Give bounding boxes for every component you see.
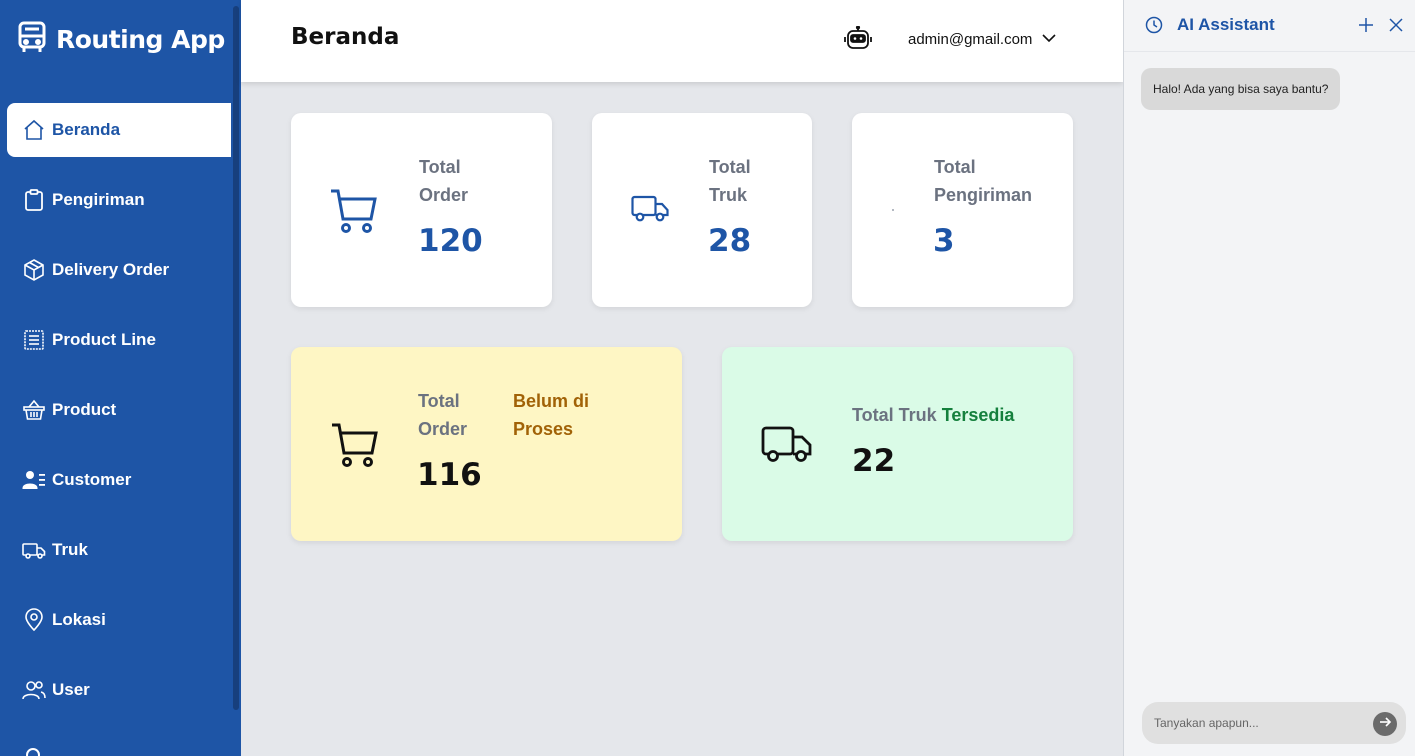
- card-label: Total Truk Tersedia: [852, 401, 1014, 429]
- chevron-down-icon[interactable]: [1041, 30, 1057, 46]
- ai-assistant-panel: AI Assistant Halo! Ada yang bisa saya ba…: [1123, 0, 1415, 756]
- cart-icon: [329, 187, 377, 240]
- new-chat-icon[interactable]: [1358, 17, 1374, 38]
- card-label: Truk: [709, 185, 748, 205]
- sidebar-item-customer[interactable]: Customer: [7, 453, 231, 507]
- card-label-text: Total Truk: [852, 405, 937, 425]
- card-value: 116: [417, 457, 482, 493]
- total-pengiriman-card: Total Pengiriman 3: [852, 113, 1073, 307]
- sidebar-item-label: Delivery Order: [52, 260, 170, 279]
- status-label: Tersedia: [941, 405, 1015, 425]
- sidebar-item-label: Pengiriman: [52, 190, 145, 209]
- assistant-message: Halo! Ada yang bisa saya bantu?: [1141, 68, 1341, 110]
- card-value: 3: [933, 223, 955, 259]
- unprocessed-order-card: Total Order Belum di Proses 116: [291, 347, 682, 541]
- sidebar-scrollbar[interactable]: [233, 6, 239, 710]
- history-icon[interactable]: [1145, 16, 1163, 39]
- card-value: 22: [852, 443, 896, 479]
- card-label: Order: [418, 419, 468, 439]
- total-order-card: Total Order 120: [291, 113, 552, 307]
- card-label: Total: [419, 157, 461, 177]
- sidebar-item-product[interactable]: Product: [7, 383, 231, 437]
- top-header: Beranda admin@gmail.com: [241, 0, 1123, 82]
- brand-name: Routing App: [56, 25, 225, 54]
- box-icon: [21, 257, 47, 283]
- page-title: Beranda: [291, 24, 400, 50]
- sidebar-item-label: Product Line: [52, 330, 156, 349]
- total-truk-card: Total Truk 28: [592, 113, 812, 307]
- status-label: Belum di: [513, 391, 590, 411]
- sidebar-item-product-line[interactable]: Product Line: [7, 313, 231, 367]
- sidebar-item-pengiriman[interactable]: Pengiriman: [7, 173, 231, 227]
- card-label: Total: [934, 157, 976, 177]
- sidebar: Routing App Beranda Pengiriman Delivery …: [0, 0, 241, 756]
- sidebar-item-label: Lokasi: [52, 610, 106, 629]
- card-label: Total: [709, 157, 751, 177]
- sidebar-item-beranda[interactable]: Beranda: [7, 103, 231, 157]
- arrow-right-icon: [1378, 715, 1392, 734]
- sidebar-item-lokasi[interactable]: Lokasi: [7, 593, 231, 647]
- bus-icon: [16, 20, 48, 59]
- sidebar-item-user[interactable]: User: [7, 663, 231, 717]
- card-value: 28: [708, 223, 752, 259]
- ai-chat-input[interactable]: [1142, 702, 1406, 744]
- sidebar-item-label: Truk: [52, 540, 88, 559]
- sidebar-item-truk[interactable]: Truk: [7, 523, 231, 577]
- basket-icon: [21, 397, 47, 423]
- user-email[interactable]: admin@gmail.com: [908, 31, 1032, 48]
- send-button[interactable]: [1373, 712, 1397, 736]
- brand[interactable]: Routing App: [16, 20, 225, 59]
- robot-icon[interactable]: [844, 25, 872, 52]
- broken-image-icon: [892, 209, 894, 211]
- sidebar-item-label: User: [52, 680, 90, 699]
- cart-icon: [330, 421, 378, 474]
- card-label: Pengiriman: [934, 185, 1033, 205]
- truck-icon: [761, 425, 813, 470]
- sidebar-next-item-icon[interactable]: [26, 748, 40, 756]
- card-value: 120: [418, 223, 483, 259]
- truck-icon: [21, 537, 47, 563]
- sidebar-item-delivery-order[interactable]: Delivery Order: [7, 243, 231, 297]
- status-label: Proses: [513, 419, 574, 439]
- truck-icon: [631, 194, 669, 229]
- sidebar-item-label: Beranda: [52, 120, 121, 139]
- ai-title: AI Assistant: [1177, 15, 1275, 34]
- home-icon: [21, 117, 47, 143]
- card-label: Order: [419, 185, 469, 205]
- location-icon: [21, 607, 47, 633]
- sidebar-item-label: Customer: [52, 470, 132, 489]
- available-truk-card: Total Truk Tersedia 22: [722, 347, 1073, 541]
- close-icon[interactable]: [1388, 17, 1404, 38]
- sidebar-item-label: Product: [52, 400, 117, 419]
- list-icon: [21, 327, 47, 353]
- clipboard-icon: [21, 187, 47, 213]
- ai-header: AI Assistant: [1124, 0, 1415, 52]
- customer-icon: [21, 467, 47, 493]
- users-icon: [21, 677, 47, 703]
- card-label: Total: [418, 391, 460, 411]
